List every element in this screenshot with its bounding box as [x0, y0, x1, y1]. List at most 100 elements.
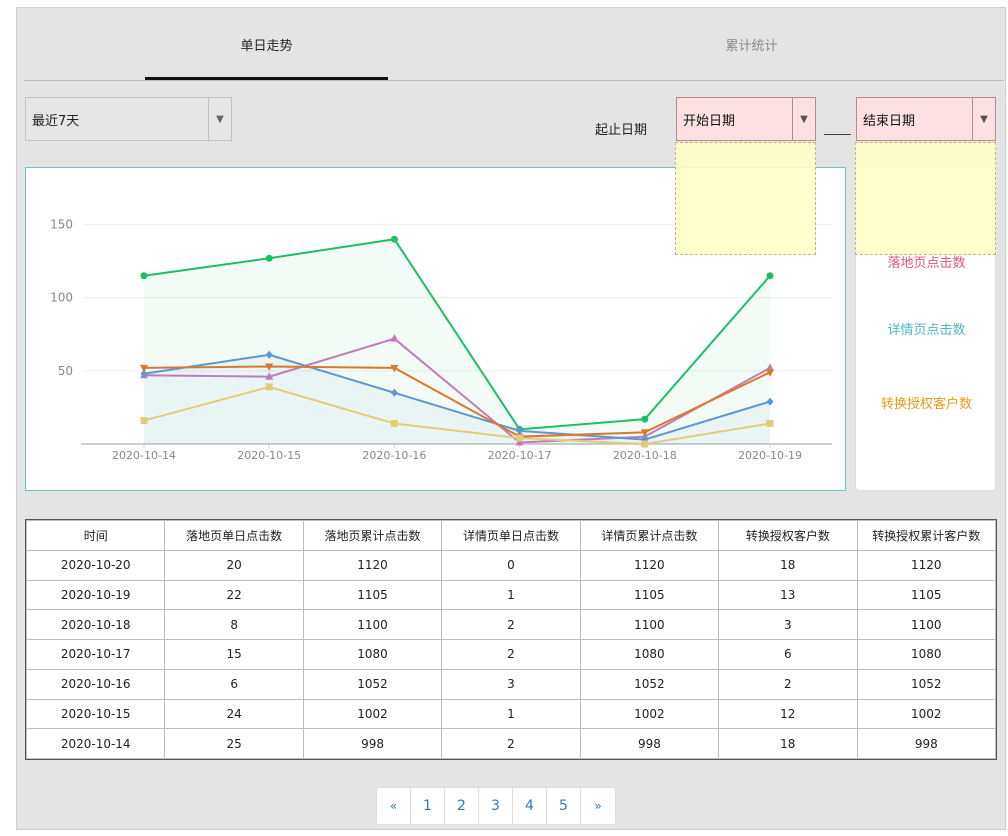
table-cell: 998 — [856, 728, 997, 759]
active-tab-indicator — [145, 77, 388, 80]
table-cell: 2 — [441, 639, 581, 670]
table-cell: 8 — [164, 609, 304, 641]
date-separator — [824, 134, 851, 135]
table-cell: 2020-10-19 — [25, 579, 166, 611]
table-cell: 15 — [164, 639, 304, 670]
data-point — [641, 415, 649, 423]
table-cell: 13 — [718, 579, 858, 611]
table-cell: 2 — [441, 609, 581, 641]
end-date-value: 结束日期 — [863, 113, 916, 129]
tab-daily-trend[interactable]: 单日走势 — [145, 8, 388, 81]
table-row: 2020-10-15 24 1002 1 1002 12 1002 — [25, 698, 997, 730]
tab-bar: 单日走势 累计统计 — [24, 8, 1004, 81]
page-button-4[interactable]: 4 — [513, 788, 547, 824]
chevron-down-icon[interactable]: ▼ — [972, 98, 995, 140]
table-cell: 2020-10-16 — [25, 668, 166, 700]
y-tick-label: 50 — [58, 364, 73, 378]
start-date-dropdown-popup[interactable] — [675, 142, 816, 255]
table-cell: 1080 — [579, 639, 720, 670]
table-cell: 1052 — [579, 668, 720, 700]
page-button-5[interactable]: 5 — [547, 788, 581, 824]
page-button-2[interactable]: 2 — [445, 788, 479, 824]
next-page-button[interactable]: » — [581, 788, 615, 824]
table-cell: 22 — [164, 579, 304, 611]
page-button-1[interactable]: 1 — [411, 788, 445, 824]
column-header: 转换授权客户数 — [718, 520, 858, 551]
y-tick-label: 100 — [50, 291, 73, 305]
data-point — [641, 440, 649, 448]
table-header-row: 时间 落地页单日点击数 落地页累计点击数 详情页单日点击数 详情页累计点击数 转… — [25, 520, 997, 551]
table-cell: 1002 — [856, 698, 997, 730]
chevron-down-icon[interactable]: ▼ — [208, 98, 231, 140]
column-header: 时间 — [25, 520, 166, 551]
table-row: 2020-10-14 25 998 2 998 18 998 — [25, 728, 997, 759]
data-point — [140, 417, 148, 425]
chevron-down-icon[interactable]: ▼ — [792, 98, 815, 140]
end-date-select[interactable]: 结束日期 ▼ — [856, 97, 996, 141]
table-cell: 1105 — [302, 579, 443, 611]
table-cell: 1105 — [856, 579, 997, 611]
table-cell: 1100 — [579, 609, 720, 641]
column-header: 转换授权累计客户数 — [856, 520, 997, 551]
table-cell: 2020-10-17 — [25, 639, 166, 670]
data-table: 时间 落地页单日点击数 落地页累计点击数 详情页单日点击数 详情页累计点击数 转… — [25, 519, 997, 760]
legend-item-auth-customers[interactable]: 转换授权客户数 — [856, 393, 997, 412]
range-select-value: 最近7天 — [32, 113, 80, 129]
end-date-dropdown-popup[interactable] — [855, 142, 996, 255]
x-tick-label: 2020-10-16 — [362, 449, 426, 462]
data-point — [516, 434, 524, 442]
table-cell: 3 — [441, 668, 581, 700]
table-cell: 1100 — [856, 609, 997, 641]
table-cell: 25 — [164, 728, 304, 759]
table-row: 2020-10-18 8 1100 2 1100 3 1100 — [25, 609, 997, 641]
prev-page-button[interactable]: « — [377, 788, 411, 824]
data-point — [265, 254, 273, 262]
start-date-select[interactable]: 开始日期 ▼ — [676, 97, 816, 141]
column-header: 详情页单日点击数 — [441, 520, 581, 551]
table-cell: 1002 — [579, 698, 720, 730]
table-cell: 20 — [164, 550, 304, 581]
x-tick-label: 2020-10-17 — [488, 449, 552, 462]
table-cell: 1120 — [302, 550, 443, 581]
table-cell: 1120 — [579, 550, 720, 581]
table-cell: 18 — [718, 728, 858, 759]
table-row: 2020-10-17 15 1080 2 1080 6 1080 — [25, 639, 997, 670]
data-point — [390, 235, 398, 243]
page-button-3[interactable]: 3 — [479, 788, 513, 824]
column-header: 落地页累计点击数 — [302, 520, 443, 551]
table-cell: 1105 — [579, 579, 720, 611]
column-header: 详情页累计点击数 — [579, 520, 720, 551]
app-window: 单日走势 累计统计 最近7天 ▼ 起止日期 开始日期 ▼ 结束日期 ▼ 50 10… — [16, 7, 1006, 830]
table-cell: 2020-10-20 — [25, 550, 166, 581]
table-cell: 2 — [441, 728, 581, 759]
table-row: 2020-10-20 20 1120 0 1120 18 1120 — [25, 550, 997, 581]
table-row: 2020-10-19 22 1105 1 1105 13 1105 — [25, 579, 997, 611]
legend-item-detail-clicks[interactable]: 详情页点击数 — [856, 319, 997, 338]
data-point — [265, 383, 273, 391]
table-cell: 1120 — [856, 550, 997, 581]
table-cell: 1080 — [856, 639, 997, 670]
table-cell: 1 — [441, 698, 581, 730]
pagination: « 1 2 3 4 5 » — [376, 787, 616, 825]
table-cell: 0 — [441, 550, 581, 581]
x-tick-label: 2020-10-19 — [738, 449, 802, 462]
start-date-value: 开始日期 — [683, 113, 736, 129]
table-cell: 1052 — [302, 668, 443, 700]
table-cell: 6 — [164, 668, 304, 700]
data-point — [766, 272, 774, 280]
data-point — [140, 272, 148, 280]
table-cell: 6 — [718, 639, 858, 670]
range-select[interactable]: 最近7天 ▼ — [25, 97, 232, 141]
table-cell: 998 — [579, 728, 720, 759]
x-tick-label: 2020-10-14 — [112, 449, 176, 462]
table-cell: 2 — [718, 668, 858, 700]
tab-cumulative-label: 累计统计 — [725, 39, 778, 54]
tab-daily-trend-label: 单日走势 — [240, 39, 293, 54]
table-cell: 1002 — [302, 698, 443, 730]
date-range-label: 起止日期 — [595, 122, 648, 138]
tab-cumulative[interactable]: 累计统计 — [630, 8, 873, 81]
data-point — [390, 420, 398, 428]
table-cell: 1100 — [302, 609, 443, 641]
table-cell: 1052 — [856, 668, 997, 700]
table-cell: 24 — [164, 698, 304, 730]
